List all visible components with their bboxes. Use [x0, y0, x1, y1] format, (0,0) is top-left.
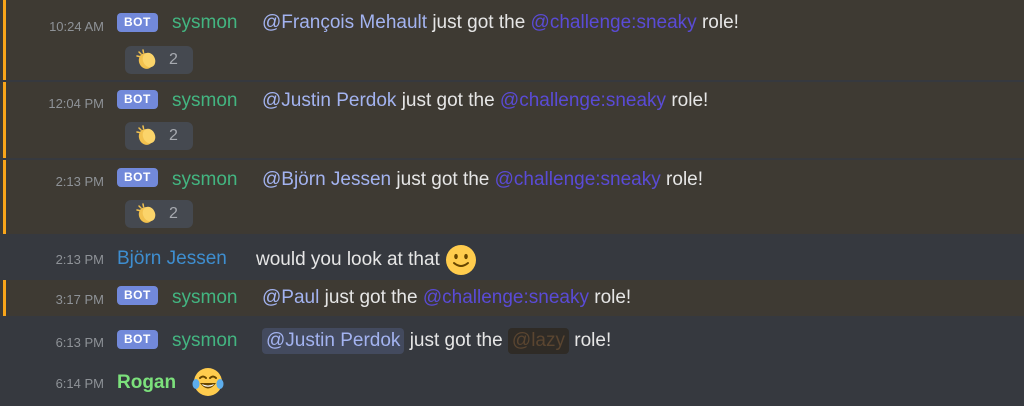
face-with-tears-of-joy-icon [192, 368, 224, 396]
clapping-hands-icon [136, 125, 156, 145]
timestamp: 6:14 PM [55, 376, 104, 391]
author-name[interactable]: sysmon [172, 287, 237, 309]
message-text: just got the [432, 12, 526, 33]
role-mention[interactable]: @lazy [507, 328, 569, 354]
message-content: @Justin Perdok just got the @lazy role! [262, 328, 612, 354]
bot-badge: BOT [117, 286, 158, 305]
message-row[interactable]: 3:17 PM BOT sysmon @Paul just got the @c… [0, 280, 1024, 316]
user-mention[interactable]: @Björn Jessen [262, 169, 391, 191]
author-name[interactable]: sysmon [172, 330, 237, 352]
message-content: @Björn Jessen just got the @challenge:sn… [262, 169, 703, 191]
role-mention[interactable]: @challenge:sneaky [500, 90, 666, 112]
timestamp: 2:13 PM [55, 174, 104, 189]
message-text: just got the [396, 169, 490, 190]
message-text: role! [701, 12, 739, 33]
timestamp: 3:17 PM [55, 292, 104, 307]
message-row[interactable]: 6:14 PM Rogan [0, 362, 1024, 406]
message-text: would you look at that [256, 249, 440, 270]
message-text: role! [666, 169, 704, 190]
message-row[interactable]: 2:13 PM BOT sysmon @Björn Jessen just go… [0, 160, 1024, 234]
user-mention[interactable]: @Paul [262, 287, 319, 309]
reaction-button[interactable]: 2 [125, 122, 193, 150]
author-name[interactable]: sysmon [172, 90, 237, 112]
message-row[interactable]: 2:13 PM Björn Jessen would you look at t… [0, 236, 1024, 280]
author-name[interactable]: sysmon [172, 12, 237, 34]
reaction-count: 2 [169, 127, 178, 144]
bot-badge: BOT [117, 168, 158, 187]
message-content: @Justin Perdok just got the @challenge:s… [262, 90, 708, 112]
author-name[interactable]: sysmon [172, 169, 237, 191]
author-name[interactable]: Björn Jessen [117, 248, 227, 270]
message-text: role! [671, 90, 709, 111]
reaction-button[interactable]: 2 [125, 200, 193, 228]
timestamp: 10:24 AM [49, 19, 104, 34]
reaction-count: 2 [169, 205, 178, 222]
user-mention[interactable]: @Justin Perdok [262, 328, 405, 354]
reaction-button[interactable]: 2 [125, 46, 193, 74]
message-row[interactable]: 12:04 PM BOT sysmon @Justin Perdok just … [0, 82, 1024, 158]
slightly-smiling-face-icon [446, 245, 477, 275]
clapping-hands-icon [136, 203, 156, 223]
message-row[interactable]: 6:13 PM BOT sysmon @Justin Perdok just g… [0, 318, 1024, 362]
bot-badge: BOT [117, 13, 158, 32]
author-name[interactable]: Rogan [117, 372, 176, 394]
user-mention[interactable]: @Justin Perdok [262, 90, 396, 112]
message-text: role! [574, 330, 612, 351]
timestamp: 6:13 PM [55, 335, 104, 350]
timestamp: 12:04 PM [48, 96, 104, 111]
clapping-hands-icon [136, 49, 156, 69]
role-mention[interactable]: @challenge:sneaky [531, 12, 697, 34]
message-row[interactable]: 10:24 AM BOT sysmon @François Mehault ju… [0, 0, 1024, 80]
role-mention[interactable]: @challenge:sneaky [423, 287, 589, 309]
message-text: just got the [401, 90, 495, 111]
message-content: would you look at that [256, 244, 477, 276]
message-text: just got the [324, 287, 418, 308]
message-content: @Paul just got the @challenge:sneaky rol… [262, 287, 631, 309]
message-text: just got the [409, 330, 503, 351]
message-text: role! [594, 287, 632, 308]
user-mention[interactable]: @François Mehault [262, 12, 427, 34]
bot-badge: BOT [117, 330, 158, 349]
bot-badge: BOT [117, 90, 158, 109]
role-mention[interactable]: @challenge:sneaky [495, 169, 661, 191]
message-content: @François Mehault just got the @challeng… [262, 12, 739, 34]
timestamp: 2:13 PM [55, 252, 104, 267]
reaction-count: 2 [169, 51, 178, 68]
